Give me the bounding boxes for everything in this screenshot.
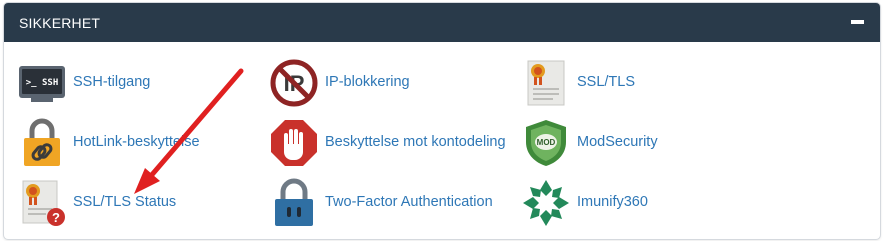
mod-icon-text: MOD: [537, 138, 556, 147]
item-ip-blocker[interactable]: IP IP-blokkering: [269, 58, 509, 108]
minus-icon[interactable]: [851, 20, 864, 24]
item-ssl-tls-status[interactable]: ? SSL/TLS Status: [17, 178, 257, 228]
item-label: IP-blokkering: [325, 74, 410, 90]
item-two-factor-auth[interactable]: Two-Factor Authentication: [269, 178, 509, 228]
item-ssl-tls[interactable]: SSL/TLS: [521, 58, 761, 108]
mod-shield-icon: MOD: [526, 120, 566, 166]
panel-header[interactable]: SIKKERHET: [4, 3, 880, 42]
item-label: ModSecurity: [577, 134, 658, 150]
item-leech-protection[interactable]: Beskyttelse mot kontodeling: [269, 118, 509, 168]
item-label: Beskyttelse mot kontodeling: [325, 134, 506, 150]
item-label: SSL/TLS Status: [73, 194, 177, 210]
chain-lock-icon: [24, 118, 60, 166]
certificate-question-icon: ?: [22, 180, 65, 226]
item-label: SSH-tilgang: [73, 74, 151, 90]
certificate-icon: [527, 60, 565, 106]
padlock-icon: [275, 178, 313, 226]
item-modsecurity[interactable]: MOD ModSecurity: [521, 118, 761, 168]
svg-text:?: ?: [52, 210, 60, 225]
panel-title: SIKKERHET: [19, 15, 101, 31]
item-hotlink-protection[interactable]: HotLink-beskyttelse: [17, 118, 257, 168]
terminal-icon: >_ SSH: [19, 66, 65, 102]
item-ssh-access[interactable]: >_ SSH SSH-tilgang: [17, 58, 257, 108]
ip-block-icon: IP: [270, 59, 318, 107]
item-label: Two-Factor Authentication: [325, 194, 493, 210]
item-label: HotLink-beskyttelse: [73, 134, 200, 150]
imunify-icon: [523, 180, 569, 226]
item-label: SSL/TLS: [577, 74, 636, 90]
security-panel: SIKKERHET >_ SSH SSH-tilgang IP IP-blokk…: [3, 2, 881, 240]
terminal-icon-text: >_ SSH: [26, 78, 59, 88]
item-imunify360[interactable]: Imunify360: [521, 178, 761, 228]
item-label: Imunify360: [577, 194, 648, 210]
stop-hand-icon: [271, 120, 317, 166]
